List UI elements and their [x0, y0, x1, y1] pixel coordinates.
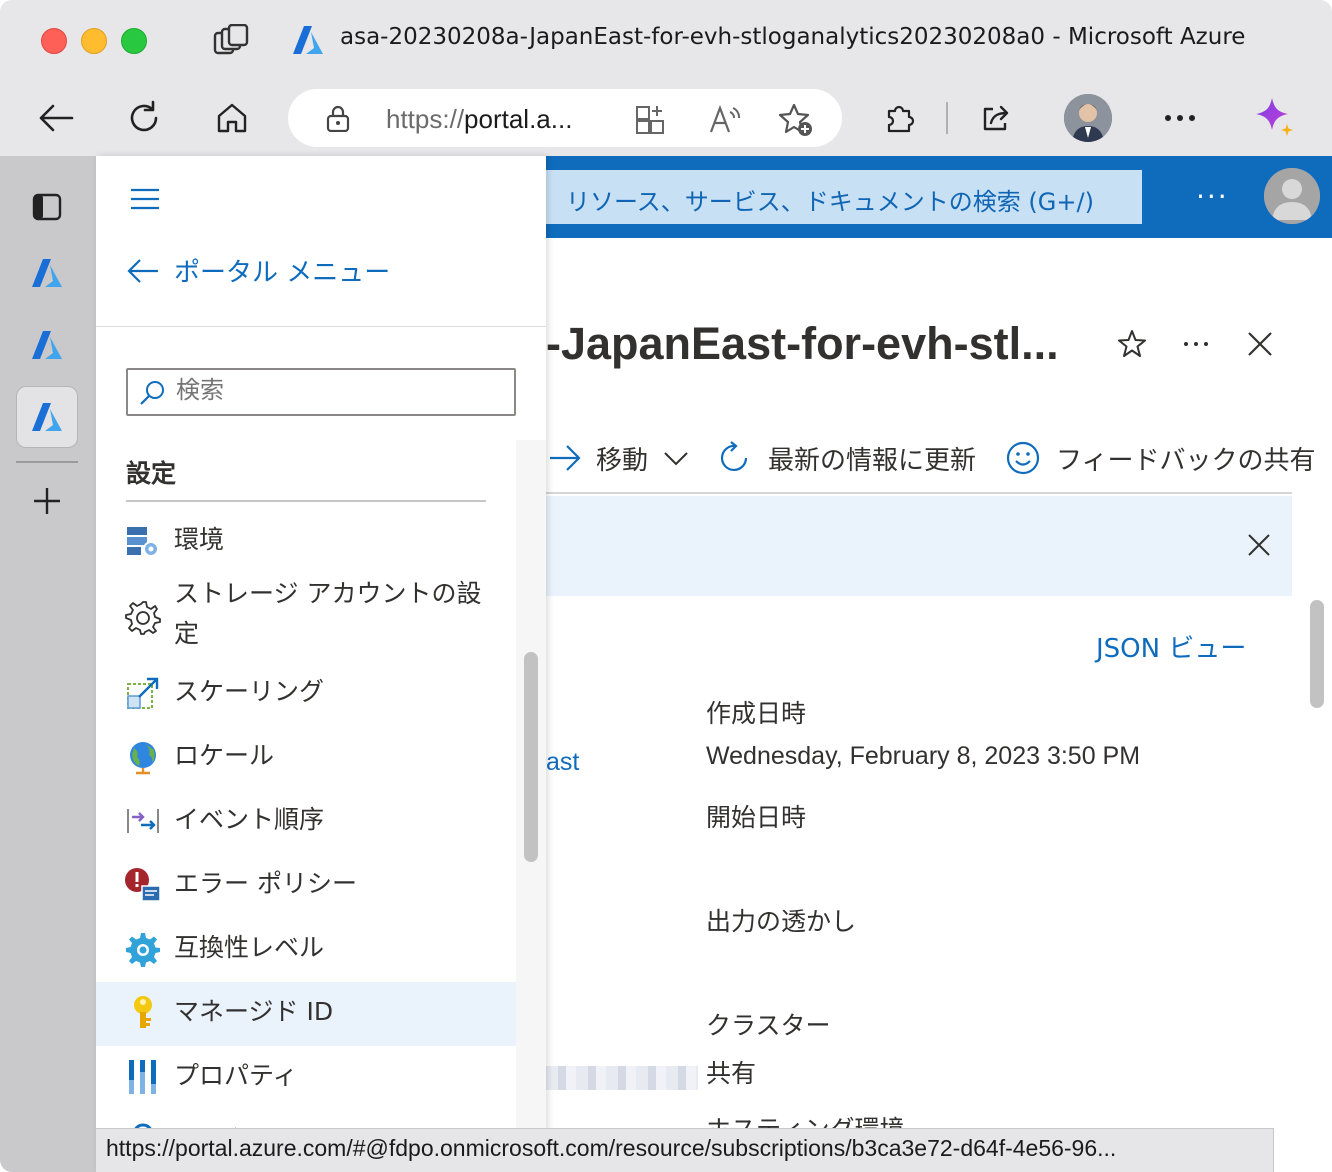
add-favorite-icon[interactable]	[778, 102, 812, 136]
azure-logo-icon	[32, 331, 62, 359]
close-blade-icon[interactable]	[1240, 324, 1280, 364]
address-bar[interactable]: https://portal.a...	[288, 89, 842, 147]
account-avatar[interactable]	[1264, 168, 1320, 224]
menu-item-event-ordering[interactable]: イベント順序	[96, 790, 516, 854]
menu-item-properties[interactable]: プロパティ	[96, 1046, 516, 1110]
resource-menu-panel: ポータル メニュー 設定 環境 ストレージ アカウントの設定	[96, 156, 546, 1172]
close-window-button[interactable]	[41, 28, 67, 54]
global-search-box[interactable]: リソース、サービス、ドキュメントの検索 (G+/)	[546, 170, 1142, 224]
page-title: -JapanEast-for-evh-stl...	[546, 318, 1059, 369]
chevron-down-icon	[664, 452, 688, 466]
close-banner-icon[interactable]	[1246, 532, 1272, 558]
azure-logo-icon	[32, 403, 62, 431]
share-icon[interactable]	[972, 94, 1020, 142]
location-link[interactable]: ast	[546, 748, 579, 777]
main-scroll-thumb[interactable]	[1310, 600, 1324, 708]
main-content: -JapanEast-for-evh-stl... 移動 最新の情報に更新 フィ…	[546, 238, 1332, 1172]
panel-divider	[96, 326, 546, 327]
arrow-right-icon	[550, 445, 581, 471]
home-icon[interactable]	[208, 94, 256, 142]
tabs-divider	[16, 461, 78, 463]
cluster-label: クラスター	[706, 1011, 831, 1040]
cluster-value: 共有	[706, 1059, 757, 1088]
search-icon	[140, 381, 164, 405]
favorite-star-icon[interactable]	[1112, 324, 1152, 364]
gear-icon	[124, 598, 162, 636]
hamburger-menu-icon[interactable]	[130, 188, 160, 210]
read-aloud-icon[interactable]	[708, 102, 742, 136]
title-bar: asa-20230208a-JapanEast-for-evh-stlogana…	[0, 0, 1332, 80]
back-arrow-icon[interactable]	[32, 94, 80, 142]
browser-toolbar: https://portal.a...	[0, 80, 1332, 156]
lock-icon[interactable]	[324, 104, 352, 133]
new-tab-plus-icon[interactable]	[16, 470, 78, 532]
title-more-icon[interactable]	[1176, 324, 1216, 364]
created-label: 作成日時	[706, 699, 807, 728]
scale-icon	[124, 674, 162, 712]
menu-item-locks[interactable]: ロック	[96, 1110, 516, 1130]
azure-logo-icon	[292, 24, 324, 56]
created-value: Wednesday, February 8, 2023 3:50 PM	[706, 742, 1141, 770]
start-label: 開始日時	[706, 803, 807, 832]
tab-azure-2[interactable]	[16, 314, 78, 376]
menu-search-box[interactable]	[126, 368, 516, 416]
menu-item-environment[interactable]: 環境	[96, 510, 516, 570]
vertical-tabs-panel-icon[interactable]	[16, 176, 78, 238]
portal-menu-back-link[interactable]: ポータル メニュー	[126, 252, 390, 289]
minimize-window-button[interactable]	[81, 28, 107, 54]
main-scrollbar[interactable]	[1306, 600, 1328, 1172]
smiley-icon	[1006, 441, 1040, 475]
extensions-icon[interactable]	[876, 94, 924, 142]
vertical-tabs	[0, 156, 96, 1172]
global-search-placeholder: リソース、サービス、ドキュメントの検索 (G+/)	[566, 188, 1094, 216]
tab-azure-1[interactable]	[16, 242, 78, 304]
compat-gear-icon	[124, 930, 162, 968]
menu-item-locale[interactable]: ロケール	[96, 726, 516, 790]
refresh-button[interactable]: 最新の情報に更新	[718, 438, 976, 478]
profile-avatar[interactable]	[1064, 94, 1112, 142]
azure-logo-icon	[32, 259, 62, 287]
error-policy-icon	[124, 866, 162, 904]
maximize-window-button[interactable]	[121, 28, 147, 54]
url-text[interactable]: https://portal.a...	[386, 104, 572, 135]
menu-item-compatibility-level[interactable]: 互換性レベル	[96, 918, 516, 982]
split-screen-icon[interactable]	[634, 102, 668, 136]
window-title: asa-20230208a-JapanEast-for-evh-stlogana…	[340, 24, 1246, 50]
menu-item-scaling[interactable]: スケーリング	[96, 662, 516, 726]
section-title-settings: 設定	[126, 459, 177, 488]
command-bar: 移動 最新の情報に更新 フィードバックの共有	[546, 434, 1315, 494]
header-more-icon[interactable]: ···	[1196, 180, 1229, 213]
menu-item-managed-identity[interactable]: マネージド ID	[96, 982, 516, 1046]
properties-icon	[124, 1058, 162, 1096]
json-view-link[interactable]: JSON ビュー	[1096, 628, 1246, 665]
feedback-button[interactable]: フィードバックの共有	[1006, 438, 1315, 478]
menu-item-error-policy[interactable]: エラー ポリシー	[96, 854, 516, 918]
back-arrow-icon	[127, 258, 158, 283]
link-status-bar: https://portal.azure.com/#@fdpo.onmicros…	[96, 1128, 1274, 1172]
event-order-icon	[124, 802, 162, 840]
menu-scroll-thumb[interactable]	[524, 652, 538, 862]
refresh-icon[interactable]	[120, 94, 168, 142]
more-options-icon[interactable]	[1156, 94, 1204, 142]
toolbar-divider	[946, 102, 948, 134]
redacted-value	[546, 1066, 698, 1090]
menu-item-storage-account-settings[interactable]: ストレージ アカウントの設定	[96, 570, 516, 662]
status-url: https://portal.azure.com/#@fdpo.onmicros…	[106, 1135, 1117, 1161]
section-divider	[126, 500, 486, 502]
globe-icon	[124, 738, 162, 776]
watermark-label: 出力の透かし	[706, 907, 857, 936]
browser-window: asa-20230208a-JapanEast-for-evh-stlogana…	[0, 0, 1332, 1172]
key-icon	[124, 994, 162, 1032]
refresh-icon	[720, 441, 748, 471]
copilot-icon[interactable]	[1252, 94, 1300, 142]
tab-actions-icon[interactable]	[212, 23, 250, 58]
move-button[interactable]: 移動	[548, 438, 690, 478]
info-banner	[546, 496, 1292, 596]
menu-list: 設定 環境 ストレージ アカウントの設定 スケーリング ロケール イベント順序 …	[96, 440, 516, 1130]
tab-azure-active[interactable]	[16, 386, 78, 448]
environment-icon	[124, 522, 162, 560]
menu-search-input[interactable]	[176, 376, 506, 404]
